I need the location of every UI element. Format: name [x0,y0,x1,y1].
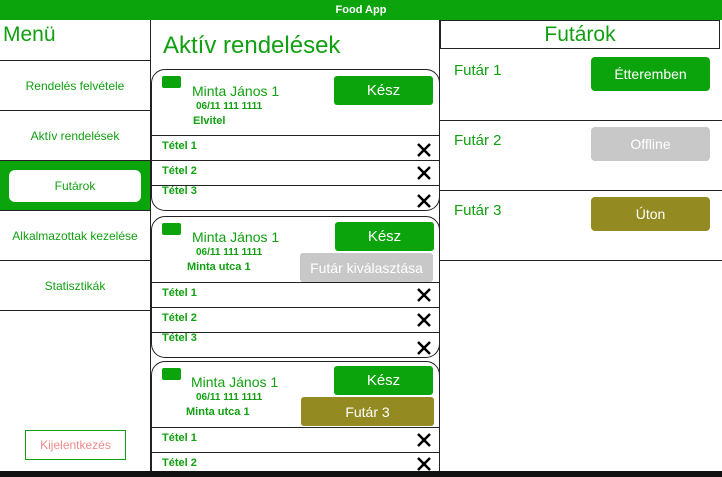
order-item-label: Tétel 3 [162,185,197,197]
sidebar-item-label: Rendelés felvétele [25,78,125,93]
done-button[interactable]: Kész [334,366,433,395]
courier-status-button[interactable]: Étteremben [591,57,710,91]
customer-name: Minta János 1 [192,229,280,245]
sidebar-item-active-orders[interactable]: Aktív rendelések [0,110,150,160]
couriers-panel: Futárok Futár 1 Étteremben Futár 2 Offli… [440,20,722,471]
customer-name: Minta János 1 [192,83,280,99]
order-flag-icon [162,223,181,235]
order-item-label: Tétel 2 [162,165,197,177]
order-delivery-type: Elvitel [193,115,226,127]
order-item-row: Tétel 1 [151,283,440,308]
remove-item-icon[interactable] [415,339,433,357]
sidebar-item-employees[interactable]: Alkalmazottak kezelése [0,210,150,260]
select-courier-button[interactable]: Futár kiválasztása [300,253,433,282]
courier-row: Futár 1 Étteremben [440,51,722,121]
order-item-row: Tétel 1 [151,428,440,453]
order-flag-icon [162,368,181,380]
done-button[interactable]: Kész [335,222,434,251]
courier-row: Futár 2 Offline [440,121,722,191]
sidebar-item-label: Alkalmazottak kezelése [12,228,138,243]
customer-phone: 06/11 111 1111 [196,247,263,258]
remove-item-icon[interactable] [415,286,433,304]
order-item-label: Tétel 1 [162,287,197,299]
order-item-row: Tétel 3 [151,332,440,358]
sidebar-menu: Menü Rendelés felvétele Aktív rendelések… [0,20,151,471]
order-header: Minta János 1 06/11 111 1111 Minta utca … [151,361,440,428]
active-orders-panel: Aktív rendelések Minta János 1 06/11 111… [151,20,440,472]
courier-status-button[interactable]: Úton [591,197,710,231]
courier-name: Futár 1 [454,62,502,79]
remove-item-icon[interactable] [415,141,433,159]
order-item-row: Tétel 2 [151,453,440,472]
remove-item-icon[interactable] [415,192,433,210]
order-item-label: Tétel 2 [162,457,197,469]
customer-phone: 06/11 111 1111 [196,392,263,403]
sidebar-item-label: Futárok [9,169,141,202]
sidebar-item-couriers[interactable]: Futárok [0,160,150,210]
courier-name: Futár 3 [454,202,502,219]
order-item-row: Tétel 3 [151,185,440,211]
order-item-label: Tétel 2 [162,312,197,324]
courier-row: Futár 3 Úton [440,191,722,261]
customer-phone: 06/11 111 1111 [196,101,263,112]
sidebar-item-new-order[interactable]: Rendelés felvétele [0,60,150,110]
courier-status-button[interactable]: Offline [591,127,710,161]
menu-title: Menü [3,23,56,46]
app-title-bar: Food App [0,0,722,20]
order-item-label: Tétel 3 [162,332,197,344]
assigned-courier-button[interactable]: Futár 3 [301,397,434,426]
sidebar-item-label: Aktív rendelések [30,128,120,143]
couriers-title: Futárok [440,20,720,49]
order-item-label: Tétel 1 [162,140,197,152]
order-item-label: Tétel 1 [162,432,197,444]
logout-button[interactable]: Kijelentkezés [25,430,126,460]
sidebar-item-statistics[interactable]: Statisztikák [0,260,150,311]
order-item-row: Tétel 2 [151,161,440,186]
delivery-address: Minta utca 1 [187,261,251,273]
courier-name: Futár 2 [454,132,502,149]
order-header: Minta János 1 06/11 111 1111 Elvitel Kés… [151,69,440,136]
bottom-bar [0,471,722,477]
order-item-row: Tétel 1 [151,136,440,161]
order-item-row: Tétel 2 [151,308,440,333]
remove-item-icon[interactable] [415,431,433,449]
delivery-address: Minta utca 1 [186,406,250,418]
order-header: Minta János 1 06/11 111 1111 Minta utca … [151,216,440,283]
sidebar-item-label: Statisztikák [44,278,106,293]
remove-item-icon[interactable] [415,164,433,182]
remove-item-icon[interactable] [415,311,433,329]
done-button[interactable]: Kész [334,76,433,105]
page-title: Aktív rendelések [163,32,341,59]
customer-name: Minta János 1 [191,374,279,390]
order-flag-icon [162,76,181,88]
